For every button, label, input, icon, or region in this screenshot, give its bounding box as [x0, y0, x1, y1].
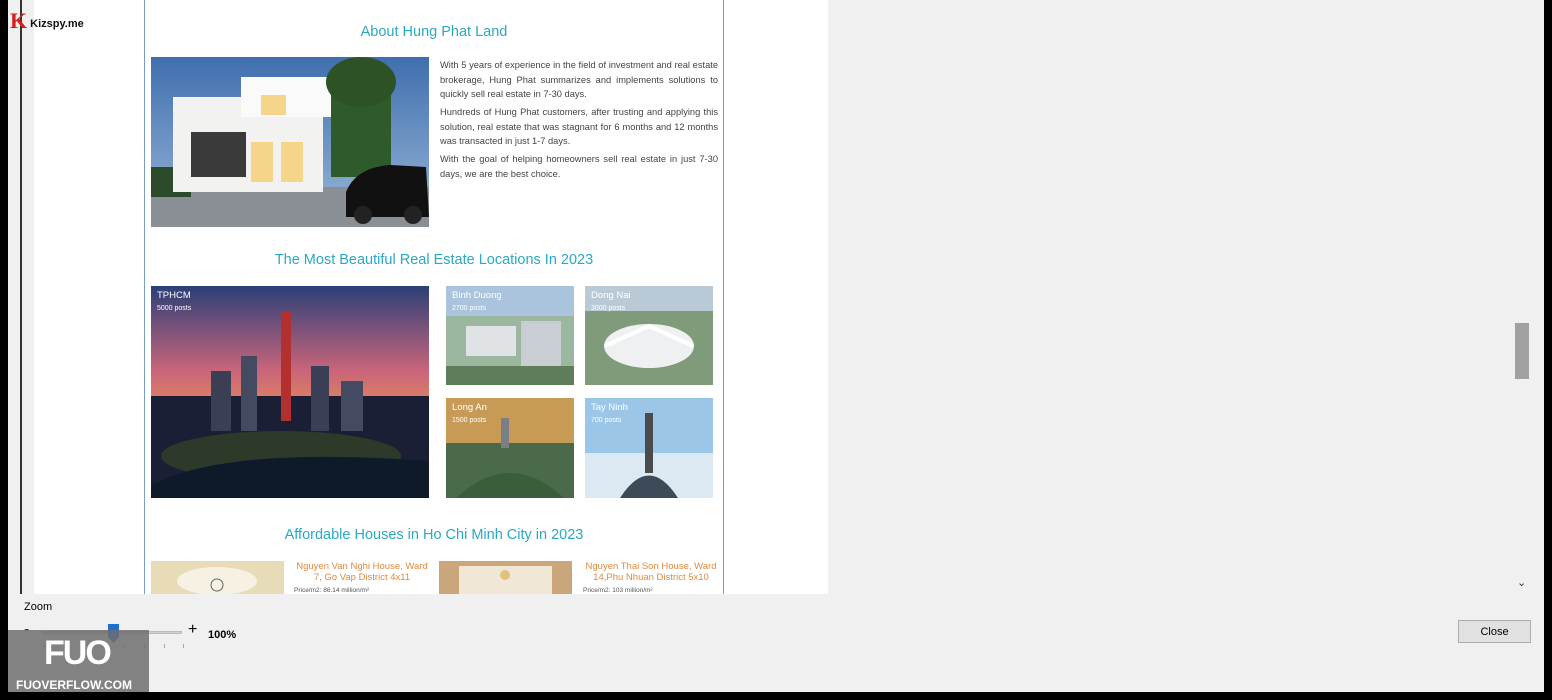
- logo-letter: K: [10, 8, 28, 33]
- villa-image: [151, 57, 429, 227]
- close-button[interactable]: Close: [1458, 620, 1531, 643]
- kizspy-logo: K Kizspy.me: [10, 8, 84, 34]
- vertical-scrollbar[interactable]: ⌄: [1514, 0, 1536, 594]
- location-posts: 700 posts: [591, 417, 622, 424]
- house-title[interactable]: Nguyen Van Nghi House, Ward 7, Go Vap Di…: [292, 561, 432, 583]
- page-content: About Hung Phat Land With 5 years of exp…: [144, 0, 724, 594]
- preview-area: About Hung Phat Land With 5 years of exp…: [8, 0, 1536, 594]
- house-image[interactable]: [439, 561, 572, 594]
- location-card-binh-duong[interactable]: Binh Duong 2700 posts: [446, 286, 574, 385]
- location-name: Dong Nai: [591, 290, 631, 301]
- location-name: Tay Ninh: [591, 402, 628, 413]
- about-title: About Hung Phat Land: [360, 24, 508, 40]
- location-card-dong-nai[interactable]: Dong Nai 3000 posts: [585, 286, 713, 385]
- location-card-tphcm[interactable]: TPHCM 5000 posts: [151, 286, 429, 498]
- logo-text: Kizspy.me: [30, 18, 84, 30]
- about-paragraph: With 5 years of experience in the field …: [440, 60, 718, 99]
- watermark-logo: FUO: [44, 634, 112, 672]
- zoom-bar: Zoom - + 100% Close: [8, 594, 1544, 692]
- house-price: Price/m2: 103 million/m²: [583, 587, 653, 594]
- watermark: FUO FUOVERFLOW.COM: [8, 630, 149, 692]
- chevron-down-icon[interactable]: ⌄: [1517, 576, 1526, 589]
- location-posts: 3000 posts: [591, 305, 626, 312]
- watermark-text: FUOVERFLOW.COM: [16, 678, 132, 692]
- about-paragraph: With the goal of helping homeowners sell…: [440, 154, 718, 179]
- location-posts: 1500 posts: [452, 417, 487, 424]
- location-name: TPHCM: [157, 290, 191, 301]
- zoom-value: 100%: [208, 629, 237, 641]
- zoom-in-button[interactable]: +: [188, 621, 197, 639]
- print-preview-window: About Hung Phat Land With 5 years of exp…: [8, 0, 1544, 692]
- zoom-label: Zoom: [24, 601, 53, 613]
- location-name: Long An: [452, 402, 487, 413]
- about-text: With 5 years of experience in the field …: [440, 58, 718, 185]
- locations-title: The Most Beautiful Real Estate Locations…: [274, 252, 594, 268]
- location-card-tay-ninh[interactable]: Tay Ninh 700 posts: [585, 398, 713, 498]
- house-title[interactable]: Nguyen Thai Son House, Ward 14,Phu Nhuan…: [581, 561, 721, 583]
- about-paragraph: Hundreds of Hung Phat customers, after t…: [440, 107, 718, 146]
- location-name: Binh Duong: [452, 290, 502, 301]
- page-border-line: [20, 0, 22, 594]
- document-page: About Hung Phat Land With 5 years of exp…: [34, 0, 828, 594]
- location-card-long-an[interactable]: Long An 1500 posts: [446, 398, 574, 498]
- houses-title: Affordable Houses in Ho Chi Minh City in…: [284, 527, 584, 543]
- location-posts: 2700 posts: [452, 305, 487, 312]
- house-image[interactable]: [151, 561, 284, 594]
- location-posts: 5000 posts: [157, 305, 192, 312]
- house-price: Price/m2: 86.14 million/m²: [294, 587, 370, 594]
- scrollbar-thumb[interactable]: [1515, 323, 1529, 379]
